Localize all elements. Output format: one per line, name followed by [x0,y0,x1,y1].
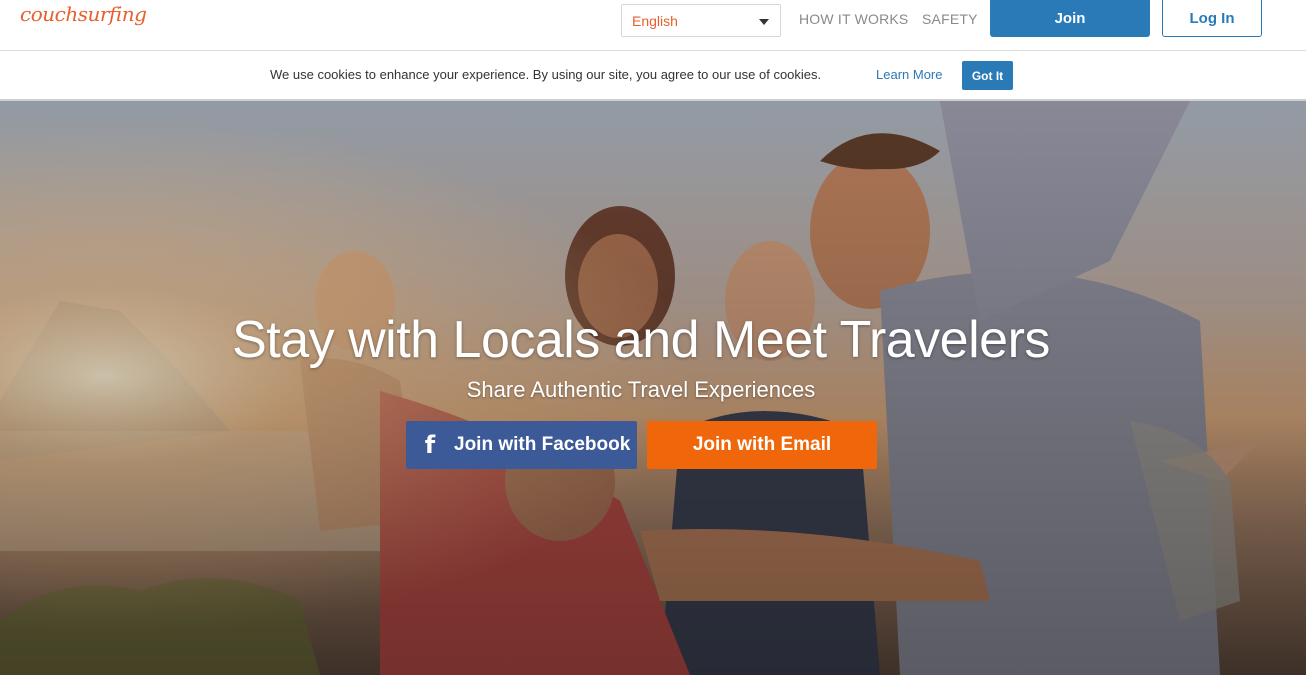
hero-title: Stay with Locals and Meet Travelers [232,311,1050,369]
facebook-icon: f [424,431,436,459]
cookie-message: We use cookies to enhance your experienc… [270,67,822,82]
login-button[interactable]: Log In [1162,0,1262,37]
nav-safety[interactable]: SAFETY [922,11,978,27]
join-button[interactable]: Join [990,0,1150,37]
top-header: couchsurfing English HOW IT WORKS SAFETY… [0,0,1306,51]
hero-subtitle: Share Authentic Travel Experiences [466,377,816,402]
language-select[interactable]: English [621,4,781,37]
learn-more-link[interactable]: Learn More [876,67,942,82]
got-it-button[interactable]: Got It [962,61,1013,90]
language-select-value: English [632,13,678,29]
couchsurfing-logo[interactable]: couchsurfing [20,2,147,26]
hero-section: Stay with Locals and Meet Travelers Shar… [0,101,1306,675]
nav-how-it-works[interactable]: HOW IT WORKS [799,11,908,27]
join-with-facebook-button[interactable]: f Join with Facebook [406,421,637,469]
facebook-button-label: Join with Facebook [454,434,631,455]
join-with-email-button[interactable]: Join with Email [647,421,877,469]
chevron-down-icon [759,19,769,25]
cookie-banner: We use cookies to enhance your experienc… [0,51,1306,101]
